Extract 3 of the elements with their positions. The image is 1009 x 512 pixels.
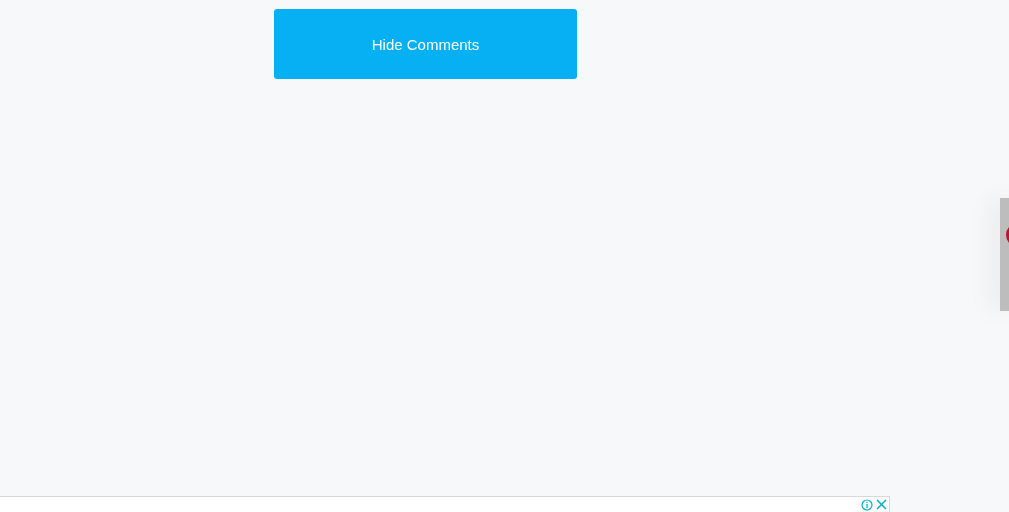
close-icon[interactable] [876, 499, 887, 510]
hide-comments-button[interactable]: Hide Comments [274, 9, 577, 79]
info-icon[interactable] [861, 498, 873, 511]
